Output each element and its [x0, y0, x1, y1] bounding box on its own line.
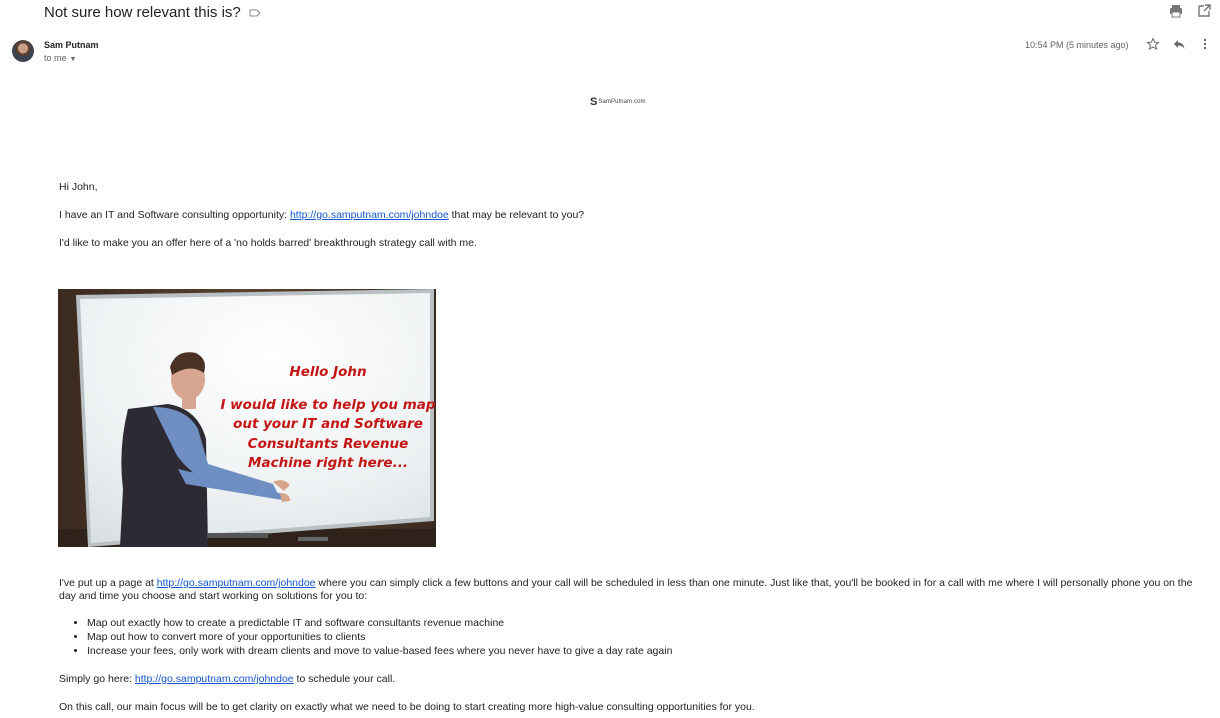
- sender-name[interactable]: Sam Putnam: [44, 40, 99, 50]
- message-actions: [1146, 37, 1212, 51]
- greeting: Hi John,: [59, 181, 98, 193]
- subject-row: Not sure how relevant this is?: [44, 2, 261, 22]
- schedule-link[interactable]: http://go.samputnam.com/johndoe: [135, 673, 294, 685]
- whiteboard-image[interactable]: Hello John I would like to help you map …: [58, 289, 436, 547]
- opportunity-link[interactable]: http://go.samputnam.com/johndoe: [290, 209, 449, 221]
- whiteboard-line-4: Machine right here...: [248, 455, 408, 471]
- whiteboard-line-2: out your IT and Software: [233, 416, 423, 432]
- list-item: Map out exactly how to create a predicta…: [87, 616, 672, 630]
- paragraph-offer: I'd like to make you an offer here of a …: [59, 237, 477, 249]
- logo-mark: S: [590, 96, 598, 108]
- star-icon[interactable]: [1146, 37, 1160, 51]
- booking-link[interactable]: http://go.samputnam.com/johndoe: [157, 577, 316, 589]
- whiteboard-line-1: I would like to help you map: [220, 396, 436, 413]
- p1-text-before: I have an IT and Software consulting opp…: [59, 209, 290, 221]
- list-item: Increase your fees, only work with dream…: [87, 644, 672, 658]
- samputnam-logo: S SamPutnam.com: [590, 96, 646, 108]
- p4-text-after: to schedule your call.: [293, 673, 396, 685]
- p3-text-before: I've put up a page at: [59, 577, 157, 589]
- recipient-label: to me: [44, 53, 67, 63]
- whiteboard-line-3: Consultants Revenue: [247, 435, 409, 452]
- paragraph-opportunity: I have an IT and Software consulting opp…: [59, 209, 584, 222]
- recipient-details-toggle[interactable]: to me ▼: [44, 53, 76, 63]
- benefits-list: Map out exactly how to create a predicta…: [59, 616, 672, 658]
- open-in-new-window-icon[interactable]: [1196, 3, 1212, 19]
- logo-text: SamPutnam.com: [598, 99, 646, 105]
- whiteboard-message: Hello John I would like to help you map …: [213, 363, 436, 474]
- email-timestamp: 10:54 PM (5 minutes ago): [1025, 40, 1129, 50]
- chevron-down-icon: ▼: [69, 56, 77, 63]
- whiteboard-hello: Hello John: [289, 364, 367, 380]
- p1-text-after: that may be relevant to you?: [448, 209, 585, 221]
- paragraph-go-here: Simply go here: http://go.samputnam.com/…: [59, 673, 395, 686]
- p4-text-before: Simply go here:: [59, 673, 135, 685]
- list-item: Map out how to convert more of your oppo…: [87, 630, 672, 644]
- thread-toolbar: [1168, 3, 1212, 19]
- sender-avatar[interactable]: [12, 40, 34, 62]
- paragraph-booking: I've put up a page at http://go.samputna…: [59, 577, 1199, 603]
- label-outline-icon[interactable]: [249, 6, 261, 18]
- email-subject: Not sure how relevant this is?: [44, 3, 241, 21]
- more-vertical-icon[interactable]: [1198, 37, 1212, 51]
- print-icon[interactable]: [1168, 3, 1184, 19]
- reply-icon[interactable]: [1172, 37, 1186, 51]
- paragraph-call-focus: On this call, our main focus will be to …: [59, 701, 755, 713]
